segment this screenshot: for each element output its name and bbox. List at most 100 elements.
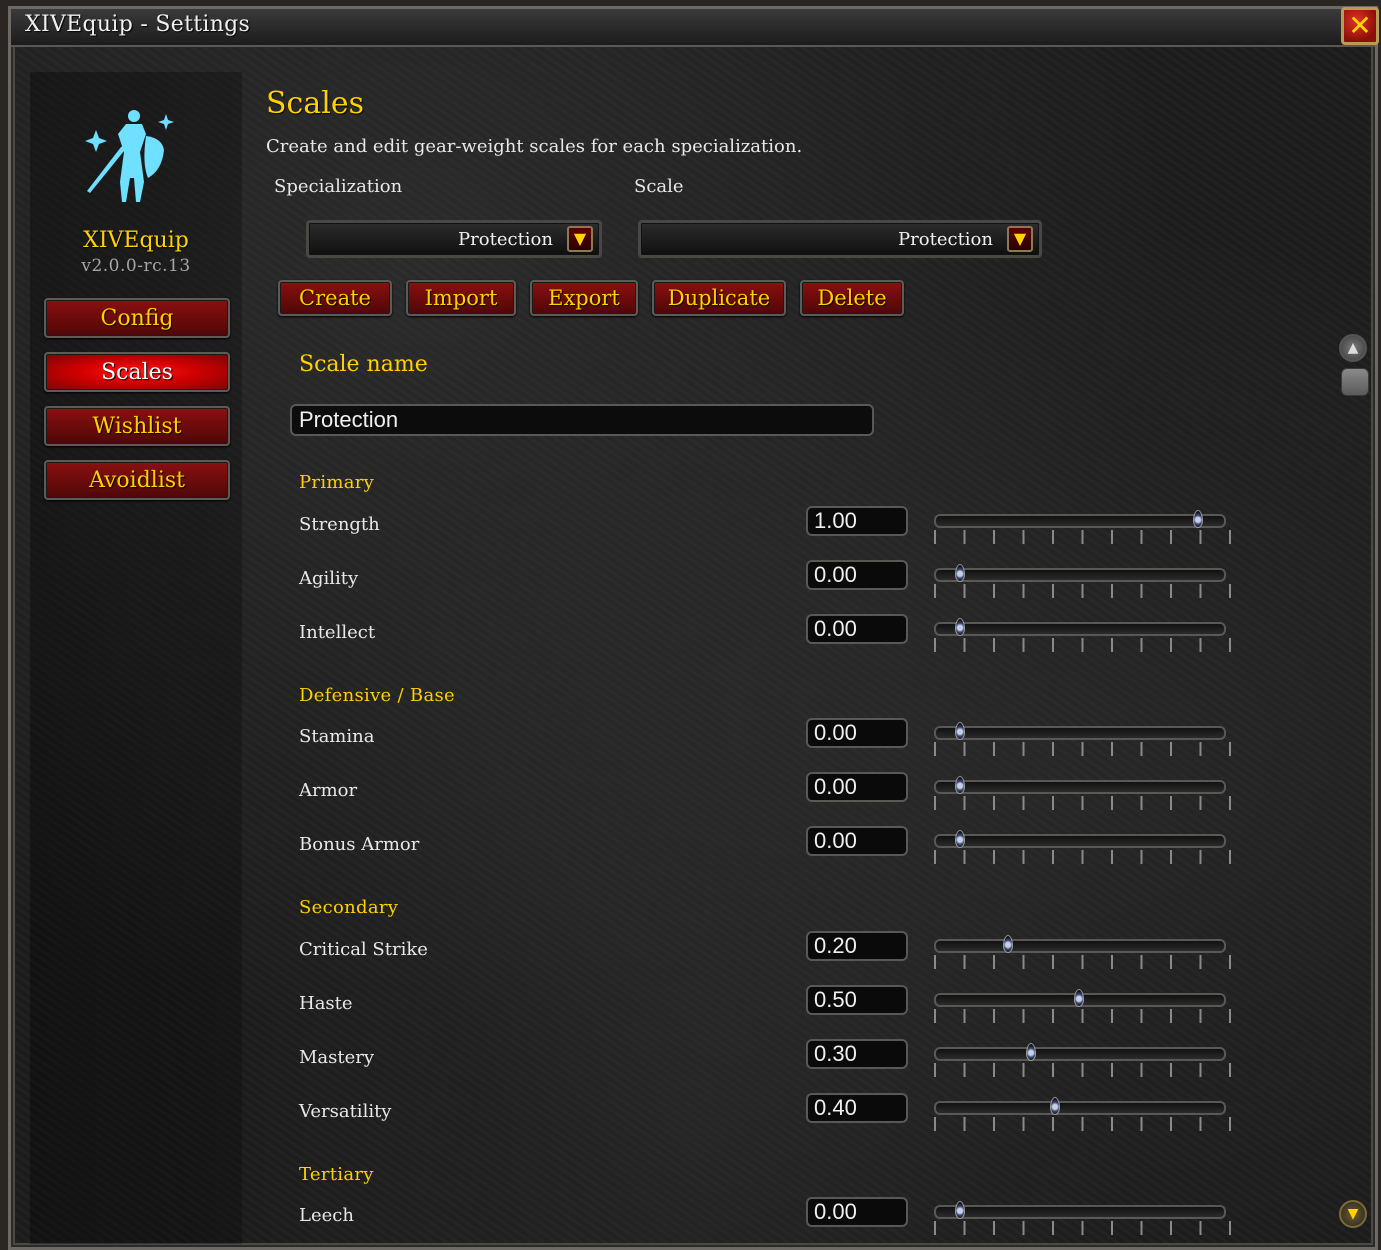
chevron-down-icon[interactable]: ▼	[567, 226, 593, 252]
import-button[interactable]: Import	[406, 280, 516, 316]
stat-row-armor: Armor 0.00	[260, 772, 1260, 820]
stat-slider[interactable]	[934, 935, 1232, 969]
slider-thumb[interactable]	[955, 722, 965, 740]
section-header-primary: Primary	[299, 472, 375, 493]
scale-dropdown-value: Protection	[898, 229, 993, 250]
stat-value-input[interactable]: 1.00	[806, 506, 908, 536]
specialization-dropdown-value: Protection	[458, 229, 553, 250]
scale-name-input[interactable]: Protection	[290, 404, 874, 436]
nav-avoidlist-button[interactable]: Avoidlist	[44, 460, 230, 500]
stat-value-input[interactable]: 0.00	[806, 1197, 908, 1227]
section-header-secondary: Secondary	[299, 897, 399, 918]
stat-value-input[interactable]: 0.00	[806, 772, 908, 802]
slider-track	[934, 1047, 1226, 1061]
export-button[interactable]: Export	[530, 280, 638, 316]
slider-track	[934, 939, 1226, 953]
close-button[interactable]: ✕	[1341, 7, 1379, 45]
slider-thumb[interactable]	[955, 830, 965, 848]
chevron-up-icon: ▲	[1347, 340, 1359, 356]
stat-value-input[interactable]: 0.00	[806, 718, 908, 748]
scroll-down-button[interactable]: ▼	[1339, 1200, 1367, 1228]
stat-row-critical-strike: Critical Strike 0.20	[260, 931, 1260, 979]
stat-row-stamina: Stamina 0.00	[260, 718, 1260, 766]
stat-row-versatility: Versatility 0.40	[260, 1093, 1260, 1141]
slider-track	[934, 780, 1226, 794]
slider-ticks	[934, 850, 1232, 864]
section-header-tertiary: Tertiary	[299, 1164, 374, 1185]
specialization-label: Specialization	[274, 176, 403, 197]
stat-slider[interactable]	[934, 989, 1232, 1023]
window-title: XIVEquip - Settings	[25, 12, 251, 37]
slider-ticks	[934, 1117, 1232, 1131]
stat-label: Agility	[299, 568, 359, 589]
page-title: Scales	[266, 86, 364, 121]
stat-value-input[interactable]: 0.40	[806, 1093, 908, 1123]
stat-slider[interactable]	[934, 618, 1232, 652]
slider-track	[934, 1101, 1226, 1115]
create-button[interactable]: Create	[278, 280, 392, 316]
stat-value-input[interactable]: 0.00	[806, 826, 908, 856]
scrollbar-thumb[interactable]	[1341, 368, 1369, 396]
nav-wishlist-button[interactable]: Wishlist	[44, 406, 230, 446]
sidebar: XIVEquip v2.0.0-rc.13 Config Scales Wish…	[30, 72, 242, 1244]
duplicate-button[interactable]: Duplicate	[652, 280, 786, 316]
stat-slider[interactable]	[934, 564, 1232, 598]
stat-row-strength: Strength 1.00	[260, 506, 1260, 554]
stat-slider[interactable]	[934, 776, 1232, 810]
slider-ticks	[934, 638, 1232, 652]
slider-ticks	[934, 1063, 1232, 1077]
nav-config-button[interactable]: Config	[44, 298, 230, 338]
stat-row-intellect: Intellect 0.00	[260, 614, 1260, 662]
slider-ticks	[934, 1221, 1232, 1235]
close-icon: ✕	[1348, 9, 1372, 42]
stat-row-bonus-armor: Bonus Armor 0.00	[260, 826, 1260, 874]
slider-track	[934, 1205, 1226, 1219]
stat-slider[interactable]	[934, 1043, 1232, 1077]
stat-label: Bonus Armor	[299, 834, 420, 855]
stat-label: Intellect	[299, 622, 376, 643]
stat-label: Mastery	[299, 1047, 375, 1068]
slider-thumb[interactable]	[1050, 1097, 1061, 1115]
stat-slider[interactable]	[934, 830, 1232, 864]
stat-slider[interactable]	[934, 510, 1232, 544]
stat-slider[interactable]	[934, 1201, 1232, 1235]
slider-thumb[interactable]	[1074, 989, 1084, 1007]
slider-track	[934, 568, 1226, 582]
stat-value-input[interactable]: 0.30	[806, 1039, 908, 1069]
slider-thumb[interactable]	[1193, 510, 1203, 528]
stat-slider[interactable]	[934, 722, 1232, 756]
slider-ticks	[934, 584, 1232, 598]
stat-label: Versatility	[299, 1101, 392, 1122]
slider-thumb[interactable]	[1002, 935, 1013, 953]
slider-ticks	[934, 742, 1232, 756]
slider-thumb[interactable]	[1026, 1043, 1037, 1061]
stat-value-input[interactable]: 0.00	[806, 614, 908, 644]
stat-label: Armor	[299, 780, 358, 801]
slider-ticks	[934, 796, 1232, 810]
chevron-down-icon: ▼	[1347, 1206, 1359, 1222]
scroll-up-button[interactable]: ▲	[1339, 334, 1367, 362]
chevron-down-icon[interactable]: ▼	[1007, 226, 1033, 252]
title-bar[interactable]: XIVEquip - Settings ✕	[11, 7, 1379, 47]
slider-ticks	[934, 955, 1232, 969]
slider-thumb[interactable]	[955, 776, 965, 794]
slider-thumb[interactable]	[955, 564, 965, 582]
stat-label: Critical Strike	[299, 939, 428, 960]
specialization-dropdown[interactable]: Protection ▼	[306, 220, 602, 258]
slider-thumb[interactable]	[955, 618, 965, 636]
scale-dropdown[interactable]: Protection ▼	[638, 220, 1042, 258]
stat-value-input[interactable]: 0.50	[806, 985, 908, 1015]
slider-thumb[interactable]	[955, 1201, 965, 1219]
slider-ticks	[934, 1009, 1232, 1023]
knight-sword-shield-icon	[82, 108, 178, 208]
stat-value-input[interactable]: 0.00	[806, 560, 908, 590]
stat-row-mastery: Mastery 0.30	[260, 1039, 1260, 1087]
addon-name: XIVEquip	[83, 228, 189, 253]
slider-track	[934, 514, 1226, 528]
stat-row-leech: Leech 0.00	[260, 1197, 1260, 1245]
nav-scales-button[interactable]: Scales	[44, 352, 230, 392]
stat-slider[interactable]	[934, 1097, 1232, 1131]
slider-track	[934, 726, 1226, 740]
stat-value-input[interactable]: 0.20	[806, 931, 908, 961]
delete-button[interactable]: Delete	[800, 280, 904, 316]
